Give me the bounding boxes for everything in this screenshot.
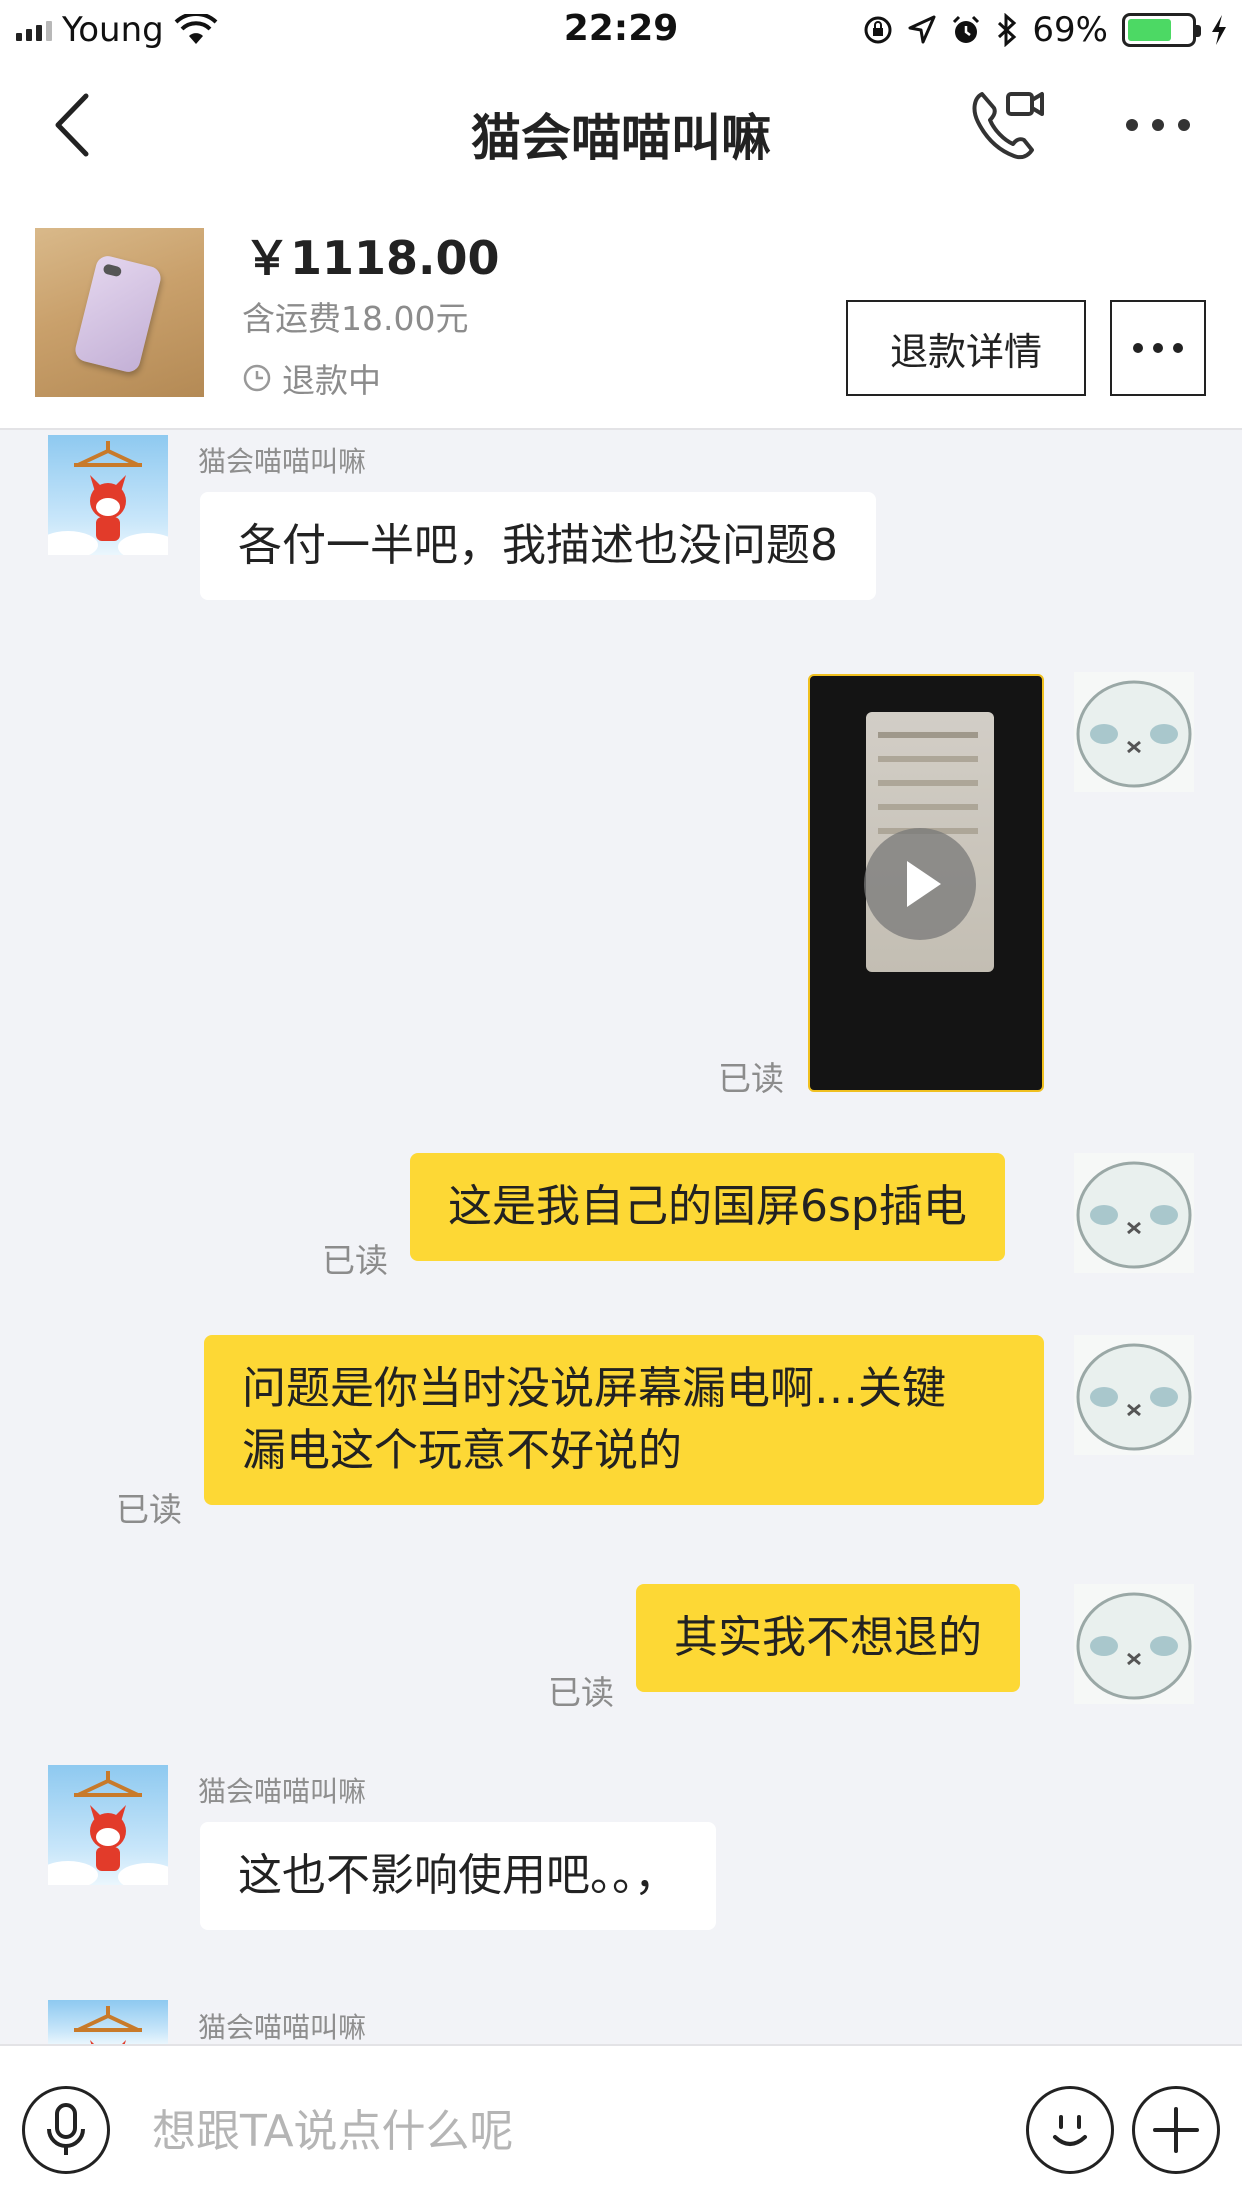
read-receipt: 已读 (718, 1059, 784, 1098)
message-input[interactable] (152, 2098, 992, 2164)
chat-title: 猫会喵喵叫嘛 (471, 109, 771, 167)
phone-image (72, 253, 164, 375)
seller-avatar[interactable] (48, 2000, 168, 2044)
status-right: 69% (862, 10, 1228, 50)
emoji-button[interactable] (1026, 2086, 1114, 2174)
seal-avatar-image (1076, 1343, 1192, 1451)
input-bar (0, 2044, 1242, 2208)
microphone-icon (47, 2103, 85, 2155)
seller-avatar[interactable] (48, 435, 168, 555)
message-bubble[interactable]: 各付一半吧，我描述也没问题8 (200, 492, 876, 600)
play-icon[interactable] (864, 828, 976, 940)
my-avatar[interactable] (1074, 1584, 1194, 1704)
voice-button[interactable] (22, 2086, 110, 2174)
dot-icon (1153, 343, 1163, 353)
sender-name: 猫会喵喵叫嘛 (198, 2011, 367, 2044)
refund-details-button[interactable]: 退款详情 (846, 300, 1086, 396)
my-avatar[interactable] (1074, 672, 1194, 792)
read-receipt: 已读 (322, 1241, 388, 1280)
battery-percent: 69% (1032, 10, 1108, 50)
fox-avatar-image (74, 2006, 142, 2044)
message-bubble[interactable]: 其实我不想退的 (636, 1584, 1020, 1692)
sender-name: 猫会喵喵叫嘛 (198, 445, 367, 478)
sender-name: 猫会喵喵叫嘛 (198, 1775, 367, 1808)
plus-icon (1153, 2107, 1199, 2153)
charging-bolt-icon (1212, 15, 1226, 45)
video-message[interactable] (808, 674, 1044, 1092)
rotation-lock-icon (864, 16, 892, 44)
dot-icon (1133, 343, 1143, 353)
read-receipt: 已读 (548, 1673, 614, 1712)
message-line: 问题是你当时没说屏幕漏电啊…关键 (242, 1363, 946, 1414)
seal-avatar-image (1076, 680, 1192, 788)
smiley-icon (1053, 2115, 1087, 2146)
product-thumbnail[interactable] (35, 228, 204, 397)
fox-avatar-image (48, 441, 168, 555)
bluetooth-icon (998, 13, 1017, 47)
message-bubble[interactable]: 这是我自己的国屏6sp插电 (410, 1153, 1005, 1261)
refund-status-label: 退款中 (282, 361, 381, 400)
seller-avatar[interactable] (48, 1765, 168, 1885)
message-bubble[interactable]: 问题是你当时没说屏幕漏电啊…关键 漏电这个玩意不好说的 (204, 1335, 1044, 1505)
message-line: 漏电这个玩意不好说的 (242, 1425, 682, 1476)
read-receipt: 已读 (116, 1490, 182, 1529)
dot-icon (1126, 119, 1138, 131)
product-price: ￥1118.00 (244, 231, 500, 285)
call-button[interactable] (968, 88, 1044, 160)
fox-avatar-image (48, 1771, 168, 1885)
refund-status: 退款中 (242, 354, 381, 402)
add-attachment-button[interactable] (1132, 2086, 1220, 2174)
more-button[interactable] (1126, 100, 1236, 150)
seal-avatar-image (1076, 1161, 1192, 1269)
location-arrow-icon (908, 15, 936, 44)
shipping-fee: 含运费18.00元 (242, 299, 469, 338)
dot-icon (1173, 343, 1183, 353)
seal-avatar-image (1076, 1592, 1192, 1700)
card-more-button[interactable] (1110, 300, 1206, 396)
message-bubble[interactable]: 这也不影响使用吧。。， (200, 1822, 716, 1930)
status-bar: Young 22:29 69% (0, 0, 1242, 60)
my-avatar[interactable] (1074, 1335, 1194, 1455)
battery-icon (1122, 13, 1201, 47)
alarm-icon (953, 15, 980, 43)
dot-icon (1178, 119, 1190, 131)
nav-bar: 猫会喵喵叫嘛 (0, 60, 1242, 190)
product-card[interactable]: ￥1118.00 含运费18.00元 退款中 退款详情 (0, 190, 1242, 430)
my-avatar[interactable] (1074, 1153, 1194, 1273)
battery-fill (1128, 19, 1171, 41)
clock-icon (243, 364, 271, 392)
dot-icon (1152, 119, 1164, 131)
